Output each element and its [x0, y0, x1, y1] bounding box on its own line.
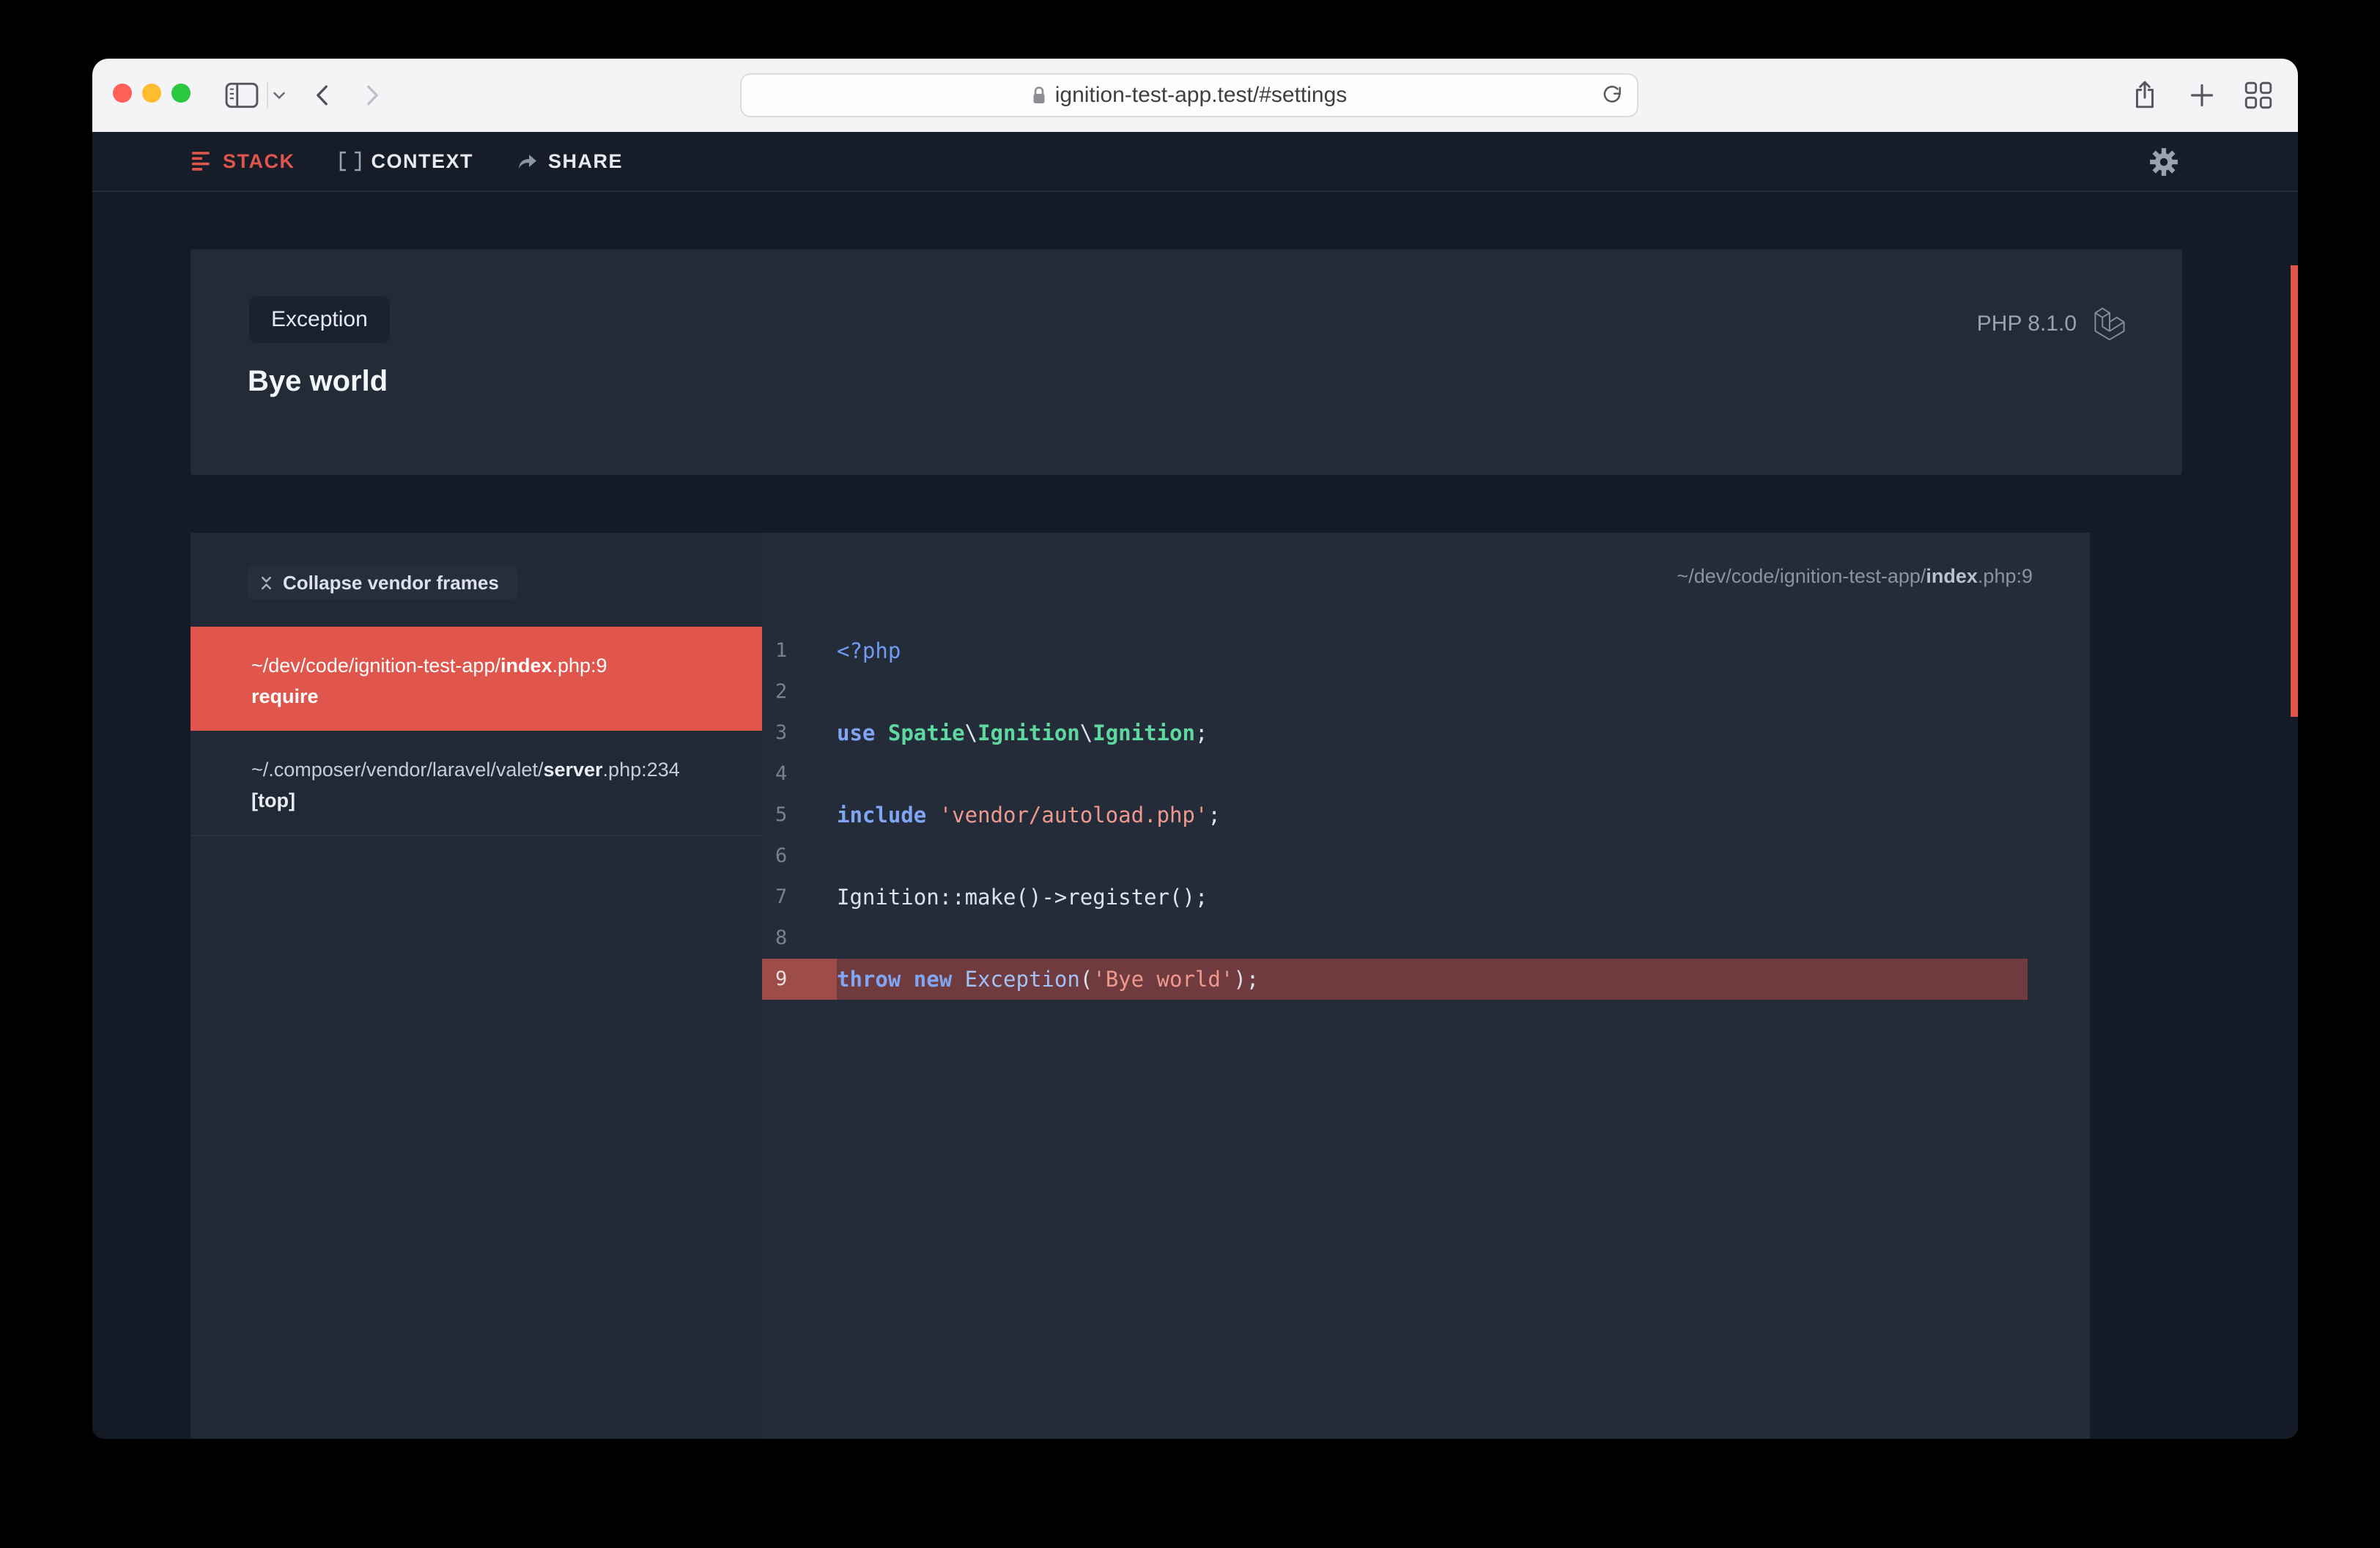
chevron-down-icon[interactable] [273, 59, 286, 132]
ignition-nav: STACK CONTEXT SHARE [92, 132, 2298, 192]
tab-share[interactable]: SHARE [517, 150, 623, 173]
code-line-3: 3use Spatie\Ignition\Ignition; [762, 712, 2028, 753]
code-line-1: 1<?php [762, 630, 2028, 671]
tab-share-label: SHARE [548, 150, 623, 173]
page-scrollbar-thumb[interactable] [2291, 265, 2298, 717]
stack-icon [192, 152, 212, 171]
line-number: 5 [762, 795, 837, 836]
code-line-5: 5include 'vendor/autoload.php'; [762, 795, 2028, 836]
code-file-path: ~/dev/code/ignition-test-app/index.php:9 [1677, 565, 2033, 588]
tab-stack-label: STACK [223, 150, 295, 173]
browser-window: ignition-test-app.test/#settings [92, 59, 2298, 1439]
frame-path: ~/dev/code/ignition-test-app/index.php:9 [251, 650, 828, 681]
line-number: 3 [762, 712, 837, 753]
stack-frame[interactable]: ~/.composer/vendor/laravel/valet/server.… [191, 731, 854, 836]
line-number: 7 [762, 877, 837, 918]
line-number: 4 [762, 753, 837, 795]
share-page-icon[interactable] [2132, 59, 2157, 132]
code-line-7: 7Ignition::make()->register(); [762, 877, 2028, 918]
exception-card: Exception Bye world PHP 8.1.0 [191, 249, 2182, 475]
stack-frame[interactable]: ~/dev/code/ignition-test-app/index.php:9… [191, 627, 854, 731]
code-line-9: 9throw new Exception('Bye world'); [762, 959, 2028, 1000]
back-button-icon[interactable] [312, 59, 330, 132]
exception-message: Bye world [248, 365, 388, 398]
stack-trace-panel: Collapse vendor frames ~/dev/code/igniti… [191, 533, 854, 1439]
code-content: use Spatie\Ignition\Ignition; [837, 712, 1208, 753]
line-number: 6 [762, 836, 837, 877]
zoom-button[interactable] [171, 84, 191, 103]
laravel-icon [2093, 306, 2126, 342]
tab-context[interactable]: CONTEXT [339, 150, 474, 173]
code-content: include 'vendor/autoload.php'; [837, 795, 1221, 836]
line-number: 1 [762, 630, 837, 671]
tab-context-label: CONTEXT [372, 150, 474, 173]
stack-frame-list: ~/dev/code/ignition-test-app/index.php:9… [191, 627, 854, 836]
frame-method: [top] [251, 785, 828, 816]
url-text: ignition-test-app.test/#settings [1055, 83, 1348, 108]
lock-icon [1032, 86, 1046, 106]
minimize-button[interactable] [142, 84, 161, 103]
code-snippet-panel: ~/dev/code/ignition-test-app/index.php:9… [762, 533, 2090, 1439]
close-button[interactable] [113, 84, 132, 103]
tab-overview-icon[interactable] [2244, 59, 2272, 132]
sidebar-toggle-icon[interactable] [225, 59, 259, 132]
code-line-6: 6 [762, 836, 2028, 877]
line-number: 2 [762, 671, 837, 712]
frame-method: require [251, 681, 828, 712]
share-icon [517, 152, 538, 170]
collapse-icon [260, 576, 273, 590]
code-content: throw new Exception('Bye world'); [837, 959, 1259, 1000]
line-number: 8 [762, 918, 837, 959]
reload-icon[interactable] [1600, 85, 1624, 108]
collapse-vendor-frames-button[interactable]: Collapse vendor frames [247, 566, 518, 600]
address-bar[interactable]: ignition-test-app.test/#settings [740, 73, 1638, 117]
frame-path: ~/.composer/vendor/laravel/valet/server.… [251, 754, 828, 785]
browser-toolbar: ignition-test-app.test/#settings [92, 59, 2298, 132]
tab-stack[interactable]: STACK [192, 150, 295, 173]
collapse-vendor-frames-label: Collapse vendor frames [283, 572, 499, 594]
line-number: 9 [762, 959, 837, 1000]
runtime-info: PHP 8.1.0 [1977, 306, 2126, 342]
code-editor: 1<?php23use Spatie\Ignition\Ignition;45i… [762, 630, 2028, 1000]
php-version: PHP 8.1.0 [1977, 312, 2077, 336]
exception-class-badge: Exception [249, 296, 390, 343]
code-content: Ignition::make()->register(); [837, 877, 1208, 918]
desktop: ignition-test-app.test/#settings [0, 0, 2380, 1548]
code-content: <?php [837, 630, 901, 671]
code-line-4: 4 [762, 753, 2028, 795]
code-line-8: 8 [762, 918, 2028, 959]
new-tab-icon[interactable] [2189, 59, 2215, 132]
context-icon [339, 151, 361, 172]
code-line-2: 2 [762, 671, 2028, 712]
forward-button-icon[interactable] [365, 59, 382, 132]
ignition-page: Exception Bye world PHP 8.1.0 [92, 192, 2298, 1439]
toolbar-divider [267, 82, 268, 108]
settings-gear-icon[interactable] [2148, 147, 2179, 177]
